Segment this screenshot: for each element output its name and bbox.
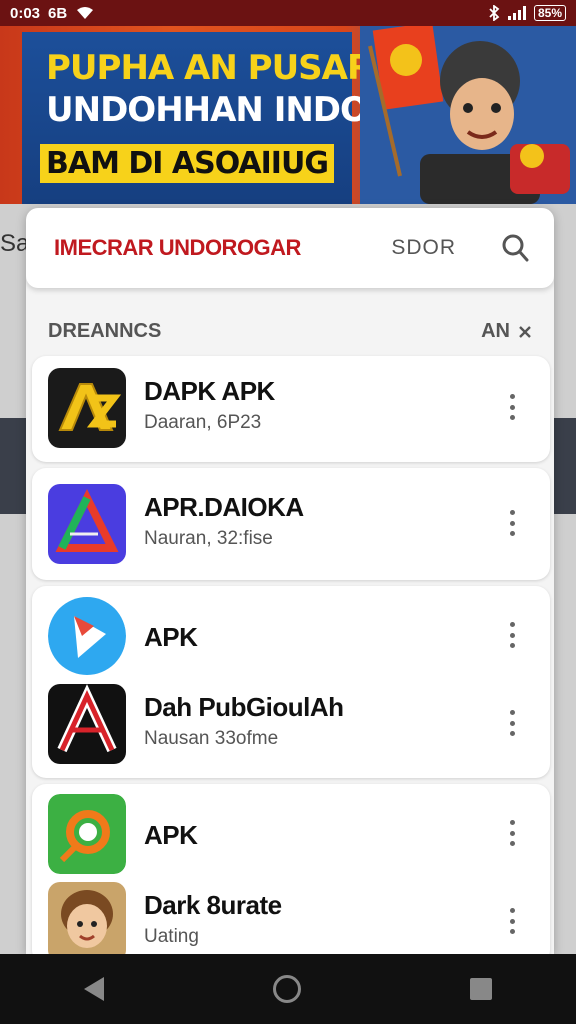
more-options-icon[interactable] bbox=[508, 394, 516, 420]
list-item[interactable]: Dark 8urate Uating bbox=[48, 880, 534, 954]
more-options-icon[interactable] bbox=[508, 820, 516, 846]
search-bar: IMECRAR UNDOROGAR SDOR bbox=[26, 208, 554, 288]
search-icon[interactable] bbox=[500, 233, 530, 263]
system-nav-bar bbox=[0, 954, 576, 1024]
list-item[interactable]: APK bbox=[48, 792, 534, 876]
section-clear-button[interactable]: AN bbox=[481, 320, 532, 343]
more-options-icon[interactable] bbox=[508, 622, 516, 648]
background-label: Sa bbox=[0, 230, 30, 257]
app-card: APK Dark 8urate Uating bbox=[32, 784, 550, 954]
section-header: DREANNCS AN bbox=[48, 320, 532, 343]
app-meta: Nauran, 32:fise bbox=[144, 528, 273, 549]
app-card: DAPK APK Daaran, 6P23 bbox=[32, 356, 550, 462]
close-icon bbox=[519, 325, 531, 338]
list-item[interactable]: DAPK APK Daaran, 6P23 bbox=[48, 366, 534, 450]
app-meta: Uating bbox=[144, 926, 199, 947]
home-icon[interactable] bbox=[272, 975, 301, 1003]
app-name: Dark 8urate bbox=[144, 890, 282, 920]
recents-icon[interactable] bbox=[469, 978, 492, 1000]
list-item[interactable]: Dah PubGioulAh Nausan 33ofme bbox=[48, 682, 534, 766]
app-name: APR.DAIOKA bbox=[144, 492, 304, 522]
app-icon bbox=[48, 368, 126, 448]
banner-line-1: PUPHA AN PUSAR bbox=[46, 48, 373, 88]
search-button[interactable]: SDOR bbox=[391, 236, 456, 260]
banner-line-3: BAM DI ASOAIIUG bbox=[40, 144, 334, 183]
more-options-icon[interactable] bbox=[508, 510, 516, 536]
status-carrier: 6B bbox=[48, 4, 68, 22]
app-meta: Nausan 33ofme bbox=[144, 728, 279, 749]
app-name: DAPK APK bbox=[144, 376, 275, 406]
bluetooth-icon bbox=[489, 5, 500, 21]
more-options-icon[interactable] bbox=[508, 908, 516, 934]
app-icon bbox=[48, 484, 126, 564]
app-name: APK bbox=[144, 820, 198, 850]
back-icon[interactable] bbox=[84, 977, 105, 1001]
status-bar: 0:03 6B 85% bbox=[0, 0, 576, 26]
app-icon bbox=[48, 684, 126, 764]
section-action-label: AN bbox=[481, 320, 510, 342]
more-options-icon[interactable] bbox=[508, 710, 516, 736]
wifi-icon bbox=[77, 7, 94, 19]
app-name: Dah PubGioulAh bbox=[144, 692, 344, 722]
mascot-illustration bbox=[360, 26, 576, 204]
app-icon bbox=[48, 596, 126, 676]
app-card: APR.DAIOKA Nauran, 32:fise bbox=[32, 468, 550, 580]
battery-indicator: 85% bbox=[533, 5, 566, 21]
app-icon bbox=[48, 794, 126, 874]
list-item[interactable]: APR.DAIOKA Nauran, 32:fise bbox=[48, 482, 534, 566]
list-item[interactable]: APK bbox=[48, 594, 534, 678]
app-card: APK Dah PubGioulAh Nausan 33ofme bbox=[32, 586, 550, 778]
promo-banner[interactable]: PUPHA AN PUSAR UNDOHHAN INDONSIA BAM DI … bbox=[0, 26, 576, 204]
app-icon bbox=[48, 882, 126, 954]
section-title: DREANNCS bbox=[48, 320, 162, 342]
status-time: 0:03 bbox=[10, 4, 41, 22]
search-input[interactable]: IMECRAR UNDOROGAR bbox=[54, 235, 391, 261]
signal-icon bbox=[507, 6, 526, 20]
app-name: APK bbox=[144, 622, 198, 652]
app-meta: Daaran, 6P23 bbox=[144, 412, 262, 433]
search-sheet: IMECRAR UNDOROGAR SDOR DREANNCS AN DAPK … bbox=[26, 208, 554, 954]
